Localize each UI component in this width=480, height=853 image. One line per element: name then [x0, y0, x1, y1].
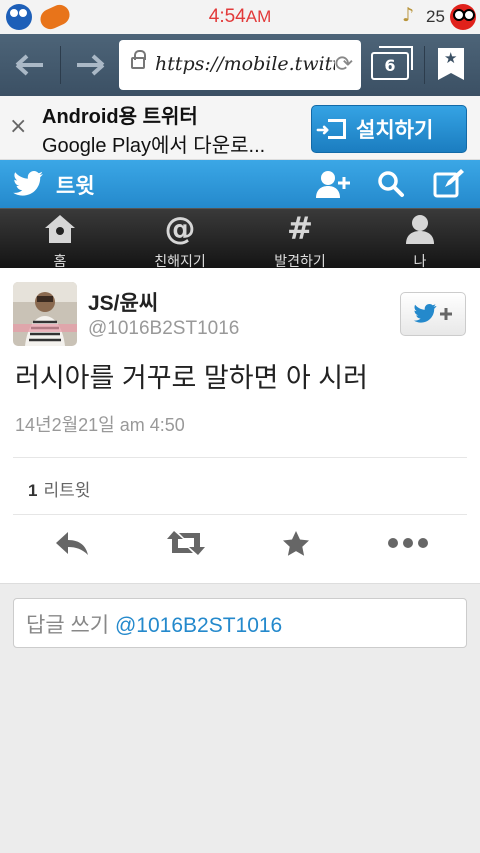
elmo-icon: [450, 4, 476, 30]
install-icon: [316, 119, 346, 140]
url-text: https://mobile.twitter: [155, 53, 335, 75]
favorite-icon[interactable]: [271, 522, 321, 564]
retweet-count[interactable]: 1 리트윗: [28, 476, 90, 501]
add-user-icon[interactable]: [308, 160, 358, 208]
author-name[interactable]: JS/윤씨: [88, 287, 158, 317]
person-icon: [360, 213, 480, 245]
author-handle[interactable]: @1016B2ST1016: [88, 318, 239, 340]
avatar[interactable]: [13, 282, 77, 346]
twitter-bird-icon[interactable]: [12, 166, 44, 202]
follow-icon: [413, 304, 452, 323]
follow-button[interactable]: [400, 292, 466, 336]
close-icon[interactable]: ×: [9, 114, 27, 139]
install-button[interactable]: 설치하기: [311, 105, 467, 153]
reload-icon[interactable]: ⟳: [335, 52, 353, 77]
retweet-icon[interactable]: [161, 522, 211, 564]
reply-icon[interactable]: [47, 522, 97, 564]
more-icon[interactable]: [383, 522, 433, 564]
install-label: 설치하기: [356, 119, 434, 142]
nav-bar: 홈 @ 친해지기 # 발견하기 나: [0, 208, 480, 269]
at-sign-icon: @: [164, 211, 196, 247]
nav-item-me[interactable]: 나: [360, 209, 480, 269]
lock-icon: [131, 50, 146, 69]
nav-item-discover[interactable]: # 발견하기: [240, 209, 360, 269]
home-icon: [0, 213, 120, 245]
divider: [13, 457, 467, 458]
header-title: 트윗: [56, 175, 95, 198]
forward-arrow-icon[interactable]: [66, 34, 114, 96]
status-bar: 4:54AM ♪ 25: [0, 0, 480, 34]
twitter-header: 트윗: [0, 160, 480, 208]
tweet-text: 러시아를 거꾸로 말하면 아 시러: [15, 363, 368, 393]
hashtag-icon: #: [287, 211, 313, 247]
nav-item-connect[interactable]: @ 친해지기: [120, 209, 240, 269]
reply-input[interactable]: 답글 쓰기 @1016B2ST1016: [13, 598, 467, 648]
tweet-timestamp: 14년2월21일 am 4:50: [15, 415, 185, 435]
search-icon[interactable]: [366, 160, 416, 208]
music-note-icon: ♪: [402, 4, 415, 26]
url-bar[interactable]: https://mobile.twitter ⟳: [119, 40, 361, 90]
compose-icon[interactable]: [424, 160, 474, 208]
battery-level: 25: [426, 7, 445, 26]
banner-subtitle: Google Play에서 다운로...: [42, 135, 266, 157]
nav-item-home[interactable]: 홈: [0, 209, 120, 269]
back-arrow-icon[interactable]: [6, 34, 54, 96]
divider: [13, 514, 467, 515]
banner-title: Android용 트위터: [42, 106, 198, 128]
bookmark-star-icon: ★: [444, 49, 458, 67]
tabs-icon[interactable]: 6: [371, 46, 413, 80]
